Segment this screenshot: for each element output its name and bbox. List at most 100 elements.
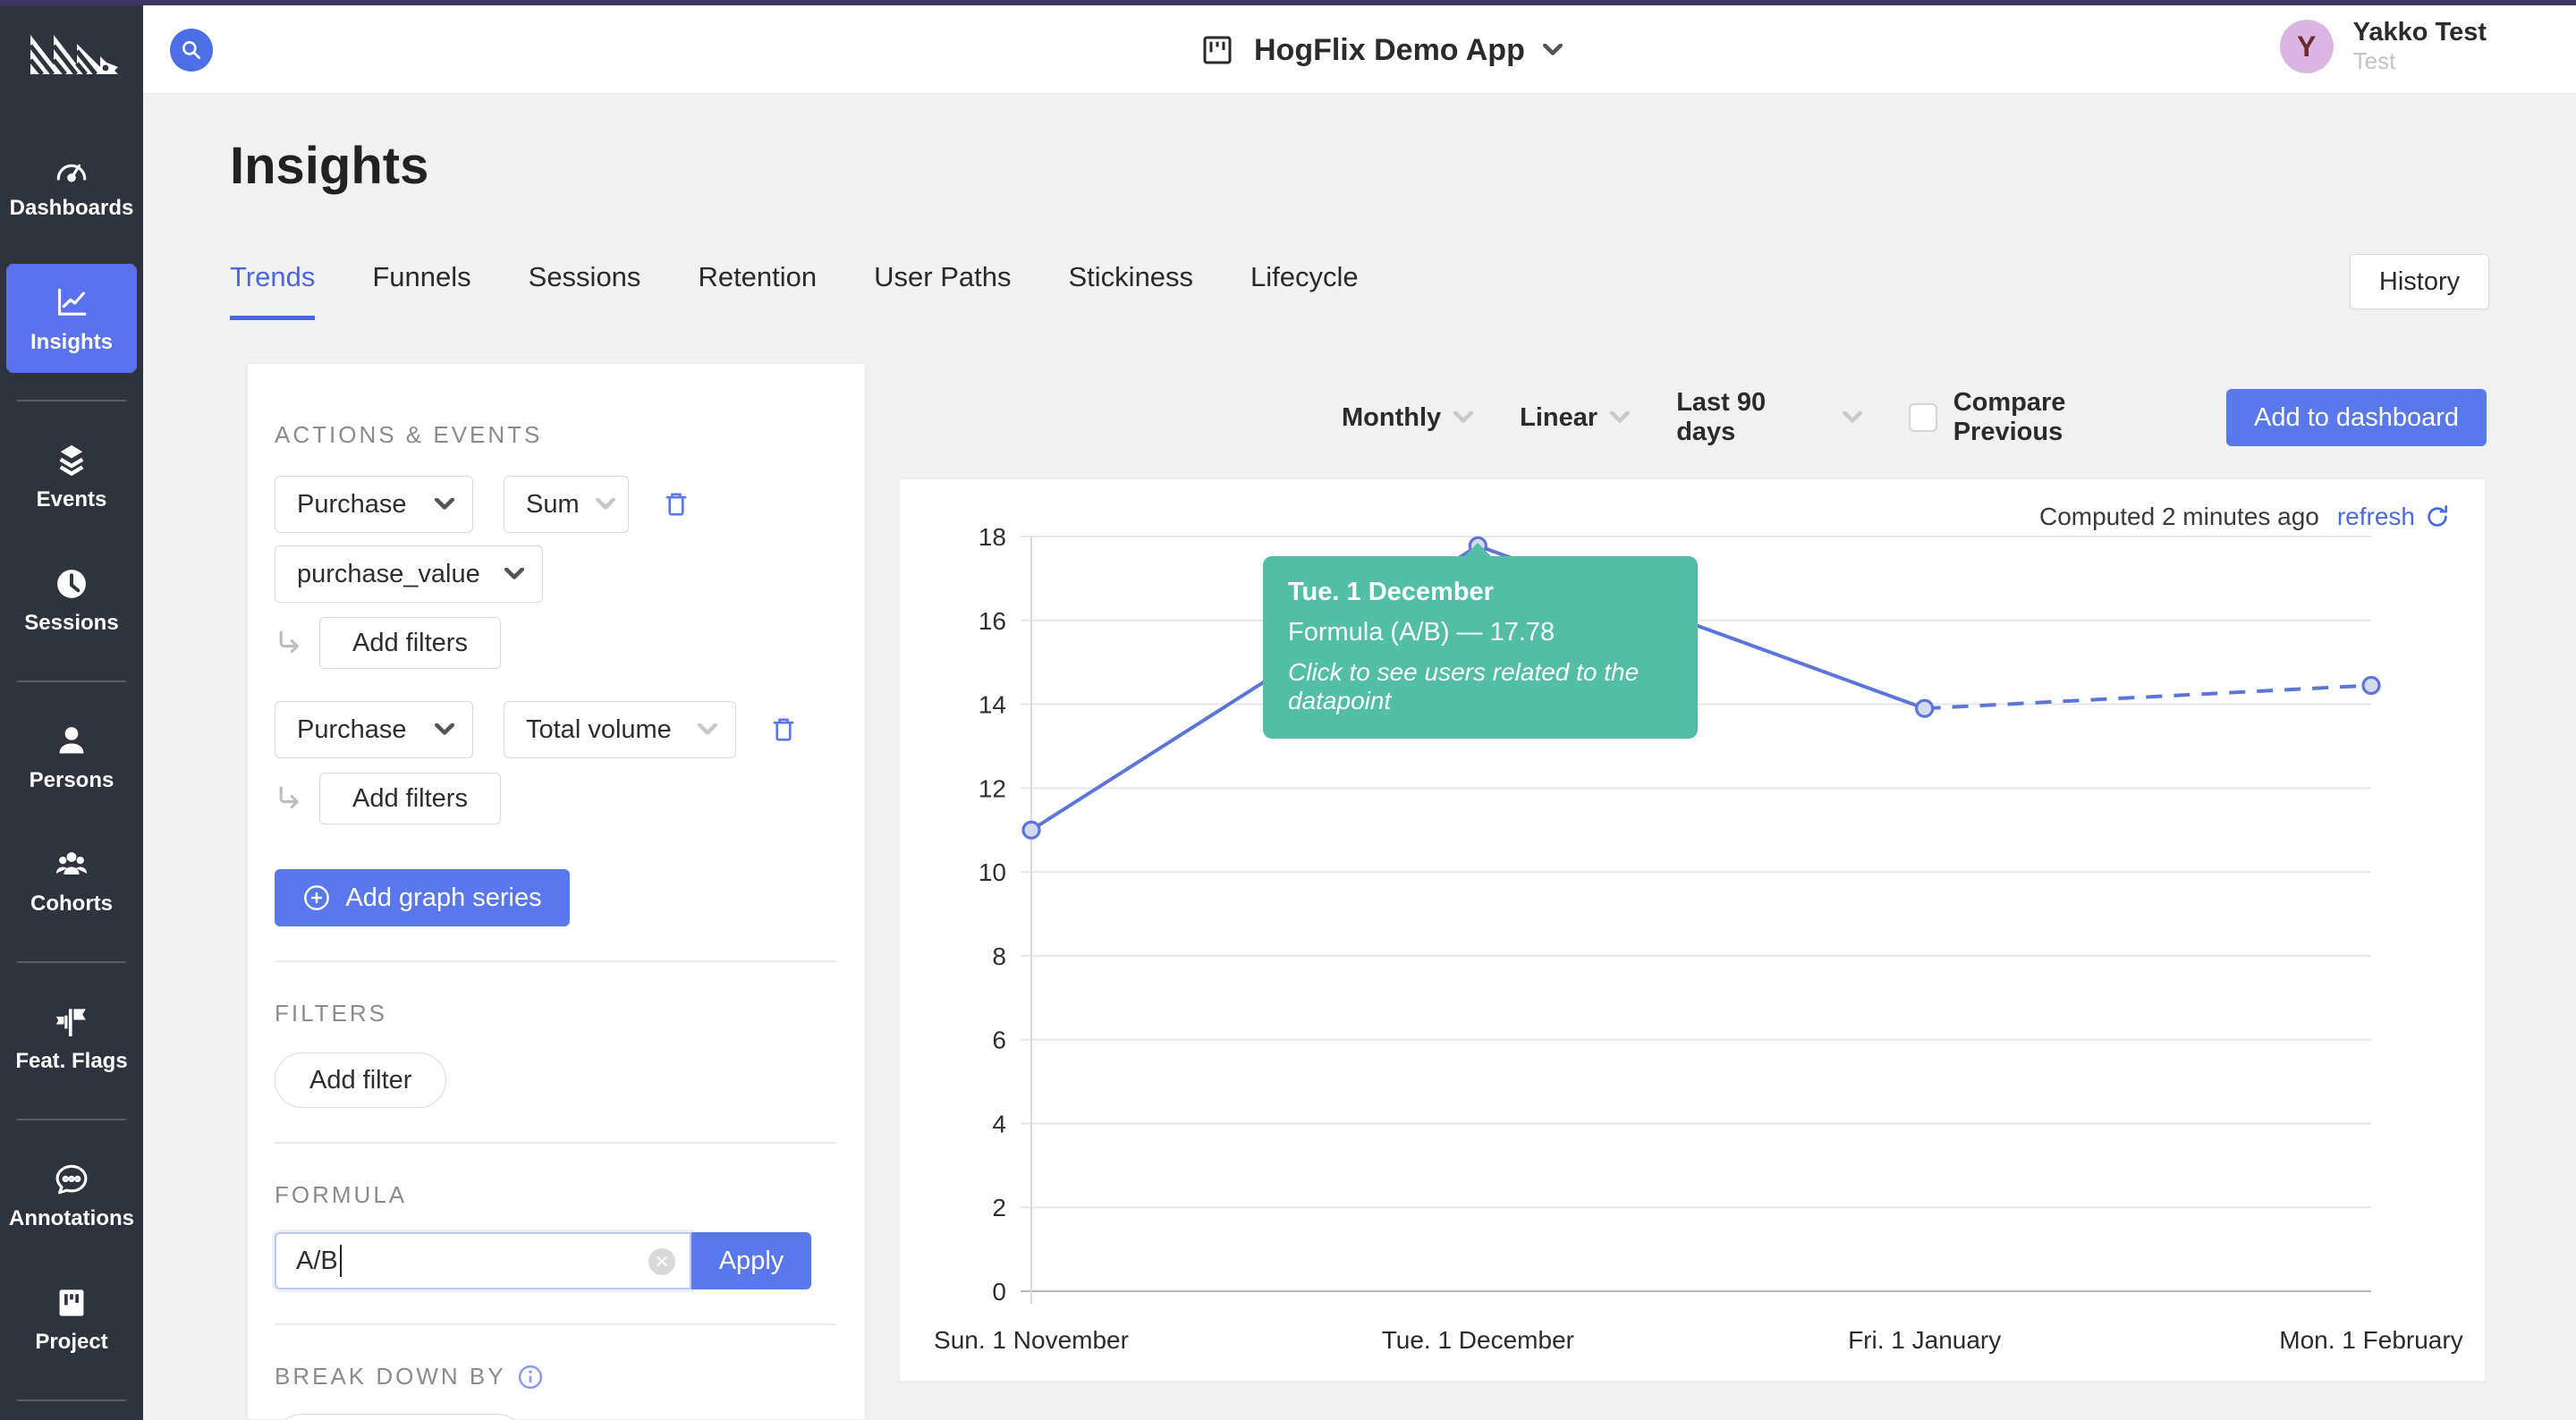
- tab-lifecycle[interactable]: Lifecycle: [1250, 261, 1359, 320]
- sidebar-item-label: Dashboards: [10, 196, 134, 221]
- add-graph-series-button[interactable]: Add graph series: [275, 869, 570, 926]
- sidebar-item-project[interactable]: Project: [6, 1274, 137, 1365]
- search-icon: [180, 38, 203, 62]
- display-dropdown[interactable]: Linear: [1520, 403, 1630, 433]
- sidebar-item-label: Cohorts: [30, 892, 113, 917]
- interval-value: Monthly: [1342, 403, 1441, 433]
- sidebar-item-annotations[interactable]: Annotations: [6, 1151, 137, 1242]
- svg-text:4: 4: [992, 1110, 1006, 1137]
- svg-text:14: 14: [979, 691, 1006, 719]
- sidebar-item-cohorts[interactable]: Cohorts: [6, 836, 137, 927]
- history-button[interactable]: History: [2350, 254, 2489, 309]
- trend-chart-card: Computed 2 minutes ago refresh 024681012…: [899, 478, 2486, 1382]
- nested-arrow-icon: [275, 782, 307, 815]
- posthog-logo[interactable]: [0, 5, 143, 94]
- speech-bubble-icon: [52, 1160, 91, 1199]
- clear-formula-icon[interactable]: ✕: [648, 1248, 675, 1275]
- tooltip-value: Formula (A/B) — 17.78: [1288, 618, 1673, 647]
- insight-tabs: Trends Funnels Sessions Retention User P…: [230, 261, 1359, 320]
- property-selector[interactable]: purchase_value: [275, 545, 543, 603]
- event-selector-value: Purchase: [297, 715, 407, 745]
- nested-arrow-icon: [275, 627, 307, 659]
- svg-text:16: 16: [979, 607, 1006, 635]
- breakdown-label-text: BREAK DOWN BY: [275, 1363, 506, 1390]
- add-filter-button[interactable]: Add filter: [275, 1052, 446, 1108]
- tooltip-date: Tue. 1 December: [1288, 578, 1673, 607]
- chevron-down-icon: [1610, 411, 1630, 424]
- event-selector-value: Purchase: [297, 490, 407, 520]
- sidebar-item-persons[interactable]: Persons: [6, 713, 137, 804]
- flag-icon: [52, 1002, 91, 1042]
- browser-accent-strip: [0, 0, 2576, 5]
- project-icon: [52, 1283, 91, 1323]
- sidebar-item-label: Insights: [30, 330, 113, 355]
- sidebar-item-sessions[interactable]: Sessions: [6, 555, 137, 647]
- datapoint-tooltip[interactable]: Tue. 1 December Formula (A/B) — 17.78 Cl…: [1263, 556, 1698, 739]
- sidebar: Dashboards Insights Events: [0, 5, 143, 1420]
- add-to-dashboard-button[interactable]: Add to dashboard: [2226, 389, 2487, 446]
- add-breakdown-button[interactable]: Add breakdown: [275, 1414, 525, 1420]
- property-selector-value: purchase_value: [297, 560, 480, 589]
- line-chart-icon: [52, 283, 91, 323]
- tab-funnels[interactable]: Funnels: [372, 261, 470, 320]
- sidebar-item-feature-flags[interactable]: Feat. Flags: [6, 993, 137, 1085]
- svg-text:8: 8: [992, 942, 1006, 970]
- add-filters-button[interactable]: Add filters: [319, 617, 501, 669]
- formula-input[interactable]: A/B ✕: [275, 1232, 691, 1289]
- project-switcher[interactable]: HogFlix Demo App: [1199, 27, 1563, 73]
- tab-trends[interactable]: Trends: [230, 261, 315, 320]
- dashboard-gauge-icon: [52, 149, 91, 189]
- delete-series-button-2[interactable]: [767, 713, 801, 747]
- compare-previous-label: Compare Previous: [1953, 388, 2180, 447]
- svg-text:Fri. 1 January: Fri. 1 January: [1848, 1326, 2001, 1354]
- formula-value: A/B: [296, 1247, 338, 1276]
- chevron-down-icon: [504, 568, 524, 580]
- svg-text:Tue. 1 December: Tue. 1 December: [1382, 1326, 1574, 1354]
- event-selector[interactable]: Purchase: [275, 476, 473, 533]
- event-selector-2[interactable]: Purchase: [275, 701, 473, 758]
- formula-label: FORMULA: [275, 1181, 836, 1209]
- add-filters-button-2[interactable]: Add filters: [319, 773, 501, 824]
- compare-previous-toggle[interactable]: Compare Previous: [1909, 388, 2180, 447]
- sidebar-item-insights[interactable]: Insights: [6, 264, 137, 373]
- svg-text:2: 2: [992, 1194, 1006, 1221]
- section-divider: [275, 1142, 836, 1144]
- add-graph-series-label: Add graph series: [345, 883, 541, 913]
- date-range-dropdown[interactable]: Last 90 days: [1676, 388, 1862, 447]
- compare-previous-checkbox[interactable]: [1909, 403, 1937, 432]
- tab-stickiness[interactable]: Stickiness: [1069, 261, 1194, 320]
- person-icon: [52, 722, 91, 761]
- info-icon[interactable]: [517, 1364, 544, 1390]
- sidebar-item-events[interactable]: Events: [6, 432, 137, 523]
- search-button[interactable]: [170, 29, 213, 72]
- delete-series-button[interactable]: [659, 487, 693, 521]
- user-name: Yakko Test: [2353, 18, 2487, 47]
- sidebar-divider: [17, 400, 126, 401]
- interval-dropdown[interactable]: Monthly: [1342, 403, 1473, 433]
- user-menu[interactable]: Y Yakko Test Test: [2280, 18, 2487, 76]
- project-switcher-icon: [1199, 31, 1236, 69]
- tab-retention[interactable]: Retention: [698, 261, 817, 320]
- sidebar-nav: Dashboards Insights Events: [0, 94, 143, 1420]
- posthog-logo-icon: [25, 21, 118, 80]
- text-caret: [340, 1245, 342, 1277]
- trash-icon: [767, 713, 801, 747]
- math-selector[interactable]: Sum: [504, 476, 629, 533]
- sidebar-item-label: Sessions: [24, 611, 118, 636]
- sidebar-item-label: Feat. Flags: [15, 1049, 127, 1074]
- svg-text:10: 10: [979, 858, 1006, 886]
- tab-user-paths[interactable]: User Paths: [874, 261, 1011, 320]
- chevron-down-icon: [1543, 44, 1563, 56]
- tab-sessions[interactable]: Sessions: [529, 261, 641, 320]
- sidebar-item-label: Events: [37, 487, 107, 512]
- app-window: Dashboards Insights Events: [0, 0, 2576, 1420]
- svg-text:18: 18: [979, 523, 1006, 551]
- insight-config-panel: ACTIONS & EVENTS Purchase Sum purchase_v…: [247, 363, 866, 1420]
- svg-text:6: 6: [992, 1027, 1006, 1054]
- sidebar-item-dashboards[interactable]: Dashboards: [6, 140, 137, 232]
- svg-text:Mon. 1 February: Mon. 1 February: [2279, 1326, 2462, 1354]
- math-selector-value: Total volume: [526, 715, 672, 745]
- apply-formula-button[interactable]: Apply: [691, 1232, 811, 1289]
- chevron-down-icon: [596, 498, 615, 511]
- math-selector-2[interactable]: Total volume: [504, 701, 736, 758]
